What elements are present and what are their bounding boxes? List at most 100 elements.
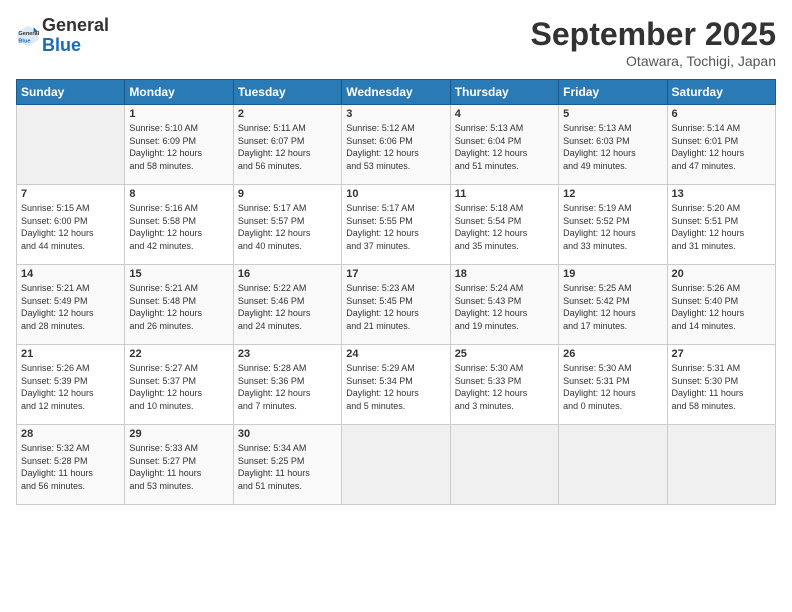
calendar-cell: 1 Sunrise: 5:10 AM Sunset: 6:09 PM Daylig… bbox=[125, 105, 233, 185]
weekday-header: Saturday bbox=[667, 80, 775, 105]
day-info: Sunrise: 5:26 AM Sunset: 5:40 PM Dayligh… bbox=[672, 282, 771, 332]
calendar-cell bbox=[559, 425, 667, 505]
calendar-cell: 12 Sunrise: 5:19 AM Sunset: 5:52 PM Dayli… bbox=[559, 185, 667, 265]
calendar-cell bbox=[342, 425, 450, 505]
calendar-cell: 29 Sunrise: 5:33 AM Sunset: 5:27 PM Dayli… bbox=[125, 425, 233, 505]
title-block: September 2025 Otawara, Tochigi, Japan bbox=[531, 16, 776, 69]
day-number: 21 bbox=[21, 348, 120, 360]
day-info: Sunrise: 5:33 AM Sunset: 5:27 PM Dayligh… bbox=[129, 442, 228, 492]
calendar-cell: 13 Sunrise: 5:20 AM Sunset: 5:51 PM Dayli… bbox=[667, 185, 775, 265]
day-number: 9 bbox=[238, 188, 337, 200]
calendar-table: SundayMondayTuesdayWednesdayThursdayFrid… bbox=[16, 79, 776, 505]
calendar-cell: 20 Sunrise: 5:26 AM Sunset: 5:40 PM Dayli… bbox=[667, 265, 775, 345]
day-number: 27 bbox=[672, 348, 771, 360]
day-number: 3 bbox=[346, 108, 445, 120]
day-number: 23 bbox=[238, 348, 337, 360]
day-number: 25 bbox=[455, 348, 554, 360]
day-number: 1 bbox=[129, 108, 228, 120]
page-header: General Blue General Blue September 2025… bbox=[16, 16, 776, 69]
calendar-cell: 25 Sunrise: 5:30 AM Sunset: 5:33 PM Dayli… bbox=[450, 345, 558, 425]
location-subtitle: Otawara, Tochigi, Japan bbox=[531, 53, 776, 69]
day-number: 19 bbox=[563, 268, 662, 280]
calendar-cell: 2Sunrise: 5:11 AM Sunset: 6:07 PM Daylig… bbox=[233, 105, 341, 185]
day-number: 6 bbox=[672, 108, 771, 120]
calendar-cell: 26 Sunrise: 5:30 AM Sunset: 5:31 PM Dayli… bbox=[559, 345, 667, 425]
calendar-cell: 6Sunrise: 5:14 AM Sunset: 6:01 PM Daylig… bbox=[667, 105, 775, 185]
day-info: Sunrise: 5:31 AM Sunset: 5:30 PM Dayligh… bbox=[672, 362, 771, 412]
calendar-cell: 30 Sunrise: 5:34 AM Sunset: 5:25 PM Dayli… bbox=[233, 425, 341, 505]
day-number: 5 bbox=[563, 108, 662, 120]
day-number: 22 bbox=[129, 348, 228, 360]
day-number: 14 bbox=[21, 268, 120, 280]
day-info: Sunrise: 5:12 AM Sunset: 6:06 PM Dayligh… bbox=[346, 122, 445, 172]
weekday-header: Thursday bbox=[450, 80, 558, 105]
weekday-header: Tuesday bbox=[233, 80, 341, 105]
day-number: 29 bbox=[129, 428, 228, 440]
calendar-cell: 10 Sunrise: 5:17 AM Sunset: 5:55 PM Dayli… bbox=[342, 185, 450, 265]
day-number: 26 bbox=[563, 348, 662, 360]
day-number: 20 bbox=[672, 268, 771, 280]
day-info: Sunrise: 5:17 AM Sunset: 5:57 PM Dayligh… bbox=[238, 202, 337, 252]
weekday-header: Sunday bbox=[17, 80, 125, 105]
day-info: Sunrise: 5:26 AM Sunset: 5:39 PM Dayligh… bbox=[21, 362, 120, 412]
month-title: September 2025 bbox=[531, 16, 776, 53]
calendar-cell: 21 Sunrise: 5:26 AM Sunset: 5:39 PM Dayli… bbox=[17, 345, 125, 425]
day-number: 2 bbox=[238, 108, 337, 120]
calendar-cell bbox=[450, 425, 558, 505]
svg-text:General: General bbox=[18, 31, 39, 37]
day-number: 13 bbox=[672, 188, 771, 200]
day-info: Sunrise: 5:30 AM Sunset: 5:33 PM Dayligh… bbox=[455, 362, 554, 412]
day-info: Sunrise: 5:34 AM Sunset: 5:25 PM Dayligh… bbox=[238, 442, 337, 492]
calendar-cell: 4 Sunrise: 5:13 AM Sunset: 6:04 PM Daylig… bbox=[450, 105, 558, 185]
calendar-cell bbox=[667, 425, 775, 505]
day-number: 24 bbox=[346, 348, 445, 360]
calendar-cell: 11 Sunrise: 5:18 AM Sunset: 5:54 PM Dayli… bbox=[450, 185, 558, 265]
logo-text: General Blue bbox=[42, 16, 109, 56]
day-info: Sunrise: 5:10 AM Sunset: 6:09 PM Dayligh… bbox=[129, 122, 228, 172]
day-number: 30 bbox=[238, 428, 337, 440]
day-number: 15 bbox=[129, 268, 228, 280]
day-info: Sunrise: 5:29 AM Sunset: 5:34 PM Dayligh… bbox=[346, 362, 445, 412]
day-number: 11 bbox=[455, 188, 554, 200]
day-info: Sunrise: 5:32 AM Sunset: 5:28 PM Dayligh… bbox=[21, 442, 120, 492]
day-info: Sunrise: 5:18 AM Sunset: 5:54 PM Dayligh… bbox=[455, 202, 554, 252]
day-info: Sunrise: 5:27 AM Sunset: 5:37 PM Dayligh… bbox=[129, 362, 228, 412]
calendar-cell: 7Sunrise: 5:15 AM Sunset: 6:00 PM Daylig… bbox=[17, 185, 125, 265]
day-info: Sunrise: 5:19 AM Sunset: 5:52 PM Dayligh… bbox=[563, 202, 662, 252]
day-number: 8 bbox=[129, 188, 228, 200]
day-info: Sunrise: 5:13 AM Sunset: 6:03 PM Dayligh… bbox=[563, 122, 662, 172]
calendar-cell: 14Sunrise: 5:21 AM Sunset: 5:49 PM Dayli… bbox=[17, 265, 125, 345]
day-number: 28 bbox=[21, 428, 120, 440]
calendar-cell: 5 Sunrise: 5:13 AM Sunset: 6:03 PM Daylig… bbox=[559, 105, 667, 185]
day-number: 10 bbox=[346, 188, 445, 200]
day-number: 12 bbox=[563, 188, 662, 200]
calendar-cell: 27 Sunrise: 5:31 AM Sunset: 5:30 PM Dayli… bbox=[667, 345, 775, 425]
calendar-cell: 24 Sunrise: 5:29 AM Sunset: 5:34 PM Dayli… bbox=[342, 345, 450, 425]
calendar-cell: 23Sunrise: 5:28 AM Sunset: 5:36 PM Dayli… bbox=[233, 345, 341, 425]
day-info: Sunrise: 5:23 AM Sunset: 5:45 PM Dayligh… bbox=[346, 282, 445, 332]
weekday-header: Wednesday bbox=[342, 80, 450, 105]
calendar-cell: 16Sunrise: 5:22 AM Sunset: 5:46 PM Dayli… bbox=[233, 265, 341, 345]
calendar-cell: 22 Sunrise: 5:27 AM Sunset: 5:37 PM Dayli… bbox=[125, 345, 233, 425]
day-info: Sunrise: 5:16 AM Sunset: 5:58 PM Dayligh… bbox=[129, 202, 228, 252]
day-info: Sunrise: 5:20 AM Sunset: 5:51 PM Dayligh… bbox=[672, 202, 771, 252]
logo-icon: General Blue bbox=[16, 24, 40, 48]
logo: General Blue General Blue bbox=[16, 16, 109, 56]
day-info: Sunrise: 5:30 AM Sunset: 5:31 PM Dayligh… bbox=[563, 362, 662, 412]
day-info: Sunrise: 5:13 AM Sunset: 6:04 PM Dayligh… bbox=[455, 122, 554, 172]
day-info: Sunrise: 5:24 AM Sunset: 5:43 PM Dayligh… bbox=[455, 282, 554, 332]
weekday-header: Friday bbox=[559, 80, 667, 105]
day-number: 7 bbox=[21, 188, 120, 200]
calendar-cell: 17Sunrise: 5:23 AM Sunset: 5:45 PM Dayli… bbox=[342, 265, 450, 345]
calendar-cell: 28 Sunrise: 5:32 AM Sunset: 5:28 PM Dayli… bbox=[17, 425, 125, 505]
calendar-cell: 18Sunrise: 5:24 AM Sunset: 5:43 PM Dayli… bbox=[450, 265, 558, 345]
day-info: Sunrise: 5:22 AM Sunset: 5:46 PM Dayligh… bbox=[238, 282, 337, 332]
day-number: 4 bbox=[455, 108, 554, 120]
day-info: Sunrise: 5:25 AM Sunset: 5:42 PM Dayligh… bbox=[563, 282, 662, 332]
day-info: Sunrise: 5:17 AM Sunset: 5:55 PM Dayligh… bbox=[346, 202, 445, 252]
svg-text:Blue: Blue bbox=[18, 38, 30, 44]
calendar-cell: 3 Sunrise: 5:12 AM Sunset: 6:06 PM Daylig… bbox=[342, 105, 450, 185]
day-info: Sunrise: 5:21 AM Sunset: 5:48 PM Dayligh… bbox=[129, 282, 228, 332]
calendar-cell: 19 Sunrise: 5:25 AM Sunset: 5:42 PM Dayli… bbox=[559, 265, 667, 345]
calendar-cell: 8 Sunrise: 5:16 AM Sunset: 5:58 PM Daylig… bbox=[125, 185, 233, 265]
